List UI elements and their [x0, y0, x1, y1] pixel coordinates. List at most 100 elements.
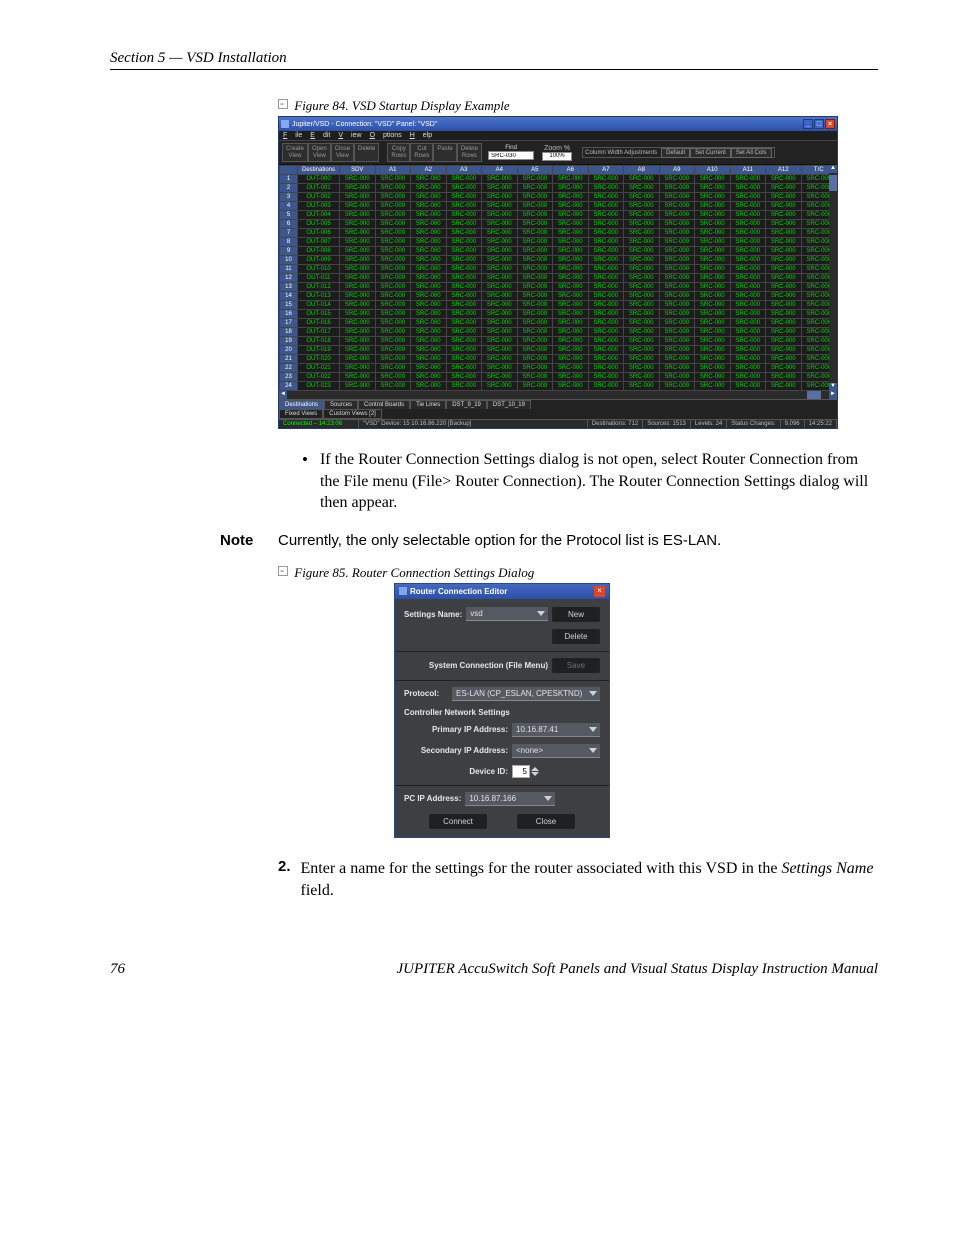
source-cell[interactable]: SRC-000 — [766, 211, 802, 220]
source-cell[interactable]: SRC-000 — [588, 373, 624, 382]
source-cell[interactable]: SRC-000 — [340, 193, 376, 202]
source-cell[interactable]: SRC-000 — [766, 175, 802, 184]
source-cell[interactable]: SRC-000 — [411, 229, 447, 238]
toolbar-button[interactable]: OpenView — [308, 143, 331, 162]
source-cell[interactable]: SRC-000 — [411, 283, 447, 292]
source-cell[interactable]: SRC-000 — [411, 202, 447, 211]
source-cell[interactable]: SRC-000 — [695, 202, 731, 211]
device-id-stepper[interactable] — [512, 765, 539, 778]
source-cell[interactable]: SRC-000 — [446, 373, 482, 382]
source-cell[interactable]: SRC-000 — [659, 175, 695, 184]
source-cell[interactable]: SRC-000 — [695, 184, 731, 193]
delete-button[interactable]: Delete — [552, 629, 600, 644]
destination-cell[interactable]: OUT-003 — [298, 202, 340, 211]
source-cell[interactable]: SRC-000 — [766, 364, 802, 373]
menu-file[interactable]: File — [283, 132, 302, 139]
column-header[interactable]: A9 — [659, 166, 695, 175]
destination-cell[interactable]: OUT-018 — [298, 337, 340, 346]
source-cell[interactable]: SRC-000 — [730, 373, 766, 382]
source-cell[interactable]: SRC-000 — [659, 229, 695, 238]
source-cell[interactable]: SRC-000 — [517, 193, 553, 202]
protocol-select[interactable]: ES-LAN (CP_ESLAN, CPESKTND) — [452, 687, 600, 701]
source-cell[interactable]: SRC-000 — [446, 184, 482, 193]
source-cell[interactable]: SRC-000 — [588, 229, 624, 238]
source-cell[interactable]: SRC-000 — [446, 229, 482, 238]
source-cell[interactable]: SRC-000 — [695, 283, 731, 292]
source-cell[interactable]: SRC-000 — [517, 265, 553, 274]
column-header[interactable]: A7 — [588, 166, 624, 175]
source-cell[interactable]: SRC-000 — [411, 184, 447, 193]
table-row[interactable]: 24OUT-023SRC-000SRC-000SRC-000SRC-000SRC… — [280, 382, 837, 391]
source-cell[interactable]: SRC-000 — [517, 310, 553, 319]
source-cell[interactable]: SRC-000 — [375, 265, 411, 274]
source-cell[interactable]: SRC-000 — [624, 193, 660, 202]
source-cell[interactable]: SRC-000 — [588, 319, 624, 328]
source-cell[interactable]: SRC-000 — [695, 274, 731, 283]
destination-cell[interactable]: OUT-020 — [298, 355, 340, 364]
source-cell[interactable]: SRC-000 — [624, 301, 660, 310]
source-cell[interactable]: SRC-000 — [375, 274, 411, 283]
source-cell[interactable]: SRC-000 — [340, 346, 376, 355]
source-cell[interactable]: SRC-000 — [766, 238, 802, 247]
destination-cell[interactable]: OUT-001 — [298, 184, 340, 193]
source-cell[interactable]: SRC-000 — [730, 337, 766, 346]
source-cell[interactable]: SRC-000 — [730, 220, 766, 229]
source-cell[interactable]: SRC-000 — [411, 328, 447, 337]
source-cell[interactable]: SRC-000 — [446, 310, 482, 319]
source-cell[interactable]: SRC-000 — [446, 220, 482, 229]
source-cell[interactable]: SRC-000 — [553, 265, 589, 274]
source-cell[interactable]: SRC-000 — [659, 247, 695, 256]
source-cell[interactable]: SRC-000 — [411, 193, 447, 202]
source-cell[interactable]: SRC-000 — [730, 175, 766, 184]
source-cell[interactable]: SRC-000 — [553, 220, 589, 229]
source-cell[interactable]: SRC-000 — [624, 265, 660, 274]
toolbar-button[interactable]: CloseView — [331, 143, 354, 162]
source-cell[interactable]: SRC-000 — [624, 283, 660, 292]
source-cell[interactable]: SRC-000 — [340, 328, 376, 337]
source-cell[interactable]: SRC-000 — [375, 202, 411, 211]
source-cell[interactable]: SRC-000 — [446, 265, 482, 274]
source-cell[interactable]: SRC-000 — [411, 274, 447, 283]
source-cell[interactable]: SRC-000 — [553, 337, 589, 346]
tab-tie-lines[interactable]: Tie Lines — [410, 400, 446, 409]
source-cell[interactable]: SRC-000 — [411, 292, 447, 301]
table-row[interactable]: 15OUT-014SRC-000SRC-000SRC-000SRC-000SRC… — [280, 301, 837, 310]
source-cell[interactable]: SRC-000 — [340, 319, 376, 328]
source-cell[interactable]: SRC-000 — [624, 346, 660, 355]
source-cell[interactable]: SRC-000 — [446, 328, 482, 337]
table-row[interactable]: 9OUT-008SRC-000SRC-000SRC-000SRC-000SRC-… — [280, 247, 837, 256]
source-cell[interactable]: SRC-000 — [730, 382, 766, 391]
tab-destinations[interactable]: Destinations — [279, 400, 324, 409]
source-cell[interactable]: SRC-000 — [517, 238, 553, 247]
source-cell[interactable]: SRC-000 — [375, 220, 411, 229]
router-grid[interactable]: DestinationsSDVA1A2A3A4A5A6A7A8A9A10A11A… — [279, 165, 837, 391]
table-row[interactable]: 14OUT-013SRC-000SRC-000SRC-000SRC-000SRC… — [280, 292, 837, 301]
source-cell[interactable]: SRC-000 — [482, 292, 518, 301]
source-cell[interactable]: SRC-000 — [411, 373, 447, 382]
source-cell[interactable]: SRC-000 — [446, 382, 482, 391]
source-cell[interactable]: SRC-000 — [695, 265, 731, 274]
source-cell[interactable]: SRC-000 — [766, 373, 802, 382]
source-cell[interactable]: SRC-000 — [588, 283, 624, 292]
destination-cell[interactable]: OUT-012 — [298, 283, 340, 292]
destination-cell[interactable]: OUT-013 — [298, 292, 340, 301]
source-cell[interactable]: SRC-000 — [695, 229, 731, 238]
source-cell[interactable]: SRC-000 — [730, 319, 766, 328]
source-cell[interactable]: SRC-000 — [659, 328, 695, 337]
source-cell[interactable]: SRC-000 — [411, 238, 447, 247]
source-cell[interactable]: SRC-000 — [553, 256, 589, 265]
source-cell[interactable]: SRC-000 — [517, 301, 553, 310]
source-cell[interactable]: SRC-000 — [517, 274, 553, 283]
source-cell[interactable]: SRC-000 — [446, 247, 482, 256]
menu-edit[interactable]: Edit — [310, 132, 330, 139]
source-cell[interactable]: SRC-000 — [659, 364, 695, 373]
source-cell[interactable]: SRC-000 — [340, 211, 376, 220]
source-cell[interactable]: SRC-000 — [695, 193, 731, 202]
source-cell[interactable]: SRC-000 — [766, 202, 802, 211]
source-cell[interactable]: SRC-000 — [659, 202, 695, 211]
source-cell[interactable]: SRC-000 — [446, 301, 482, 310]
source-cell[interactable]: SRC-000 — [766, 265, 802, 274]
source-cell[interactable]: SRC-000 — [766, 220, 802, 229]
source-cell[interactable]: SRC-000 — [340, 202, 376, 211]
table-row[interactable]: 2OUT-001SRC-000SRC-000SRC-000SRC-000SRC-… — [280, 184, 837, 193]
